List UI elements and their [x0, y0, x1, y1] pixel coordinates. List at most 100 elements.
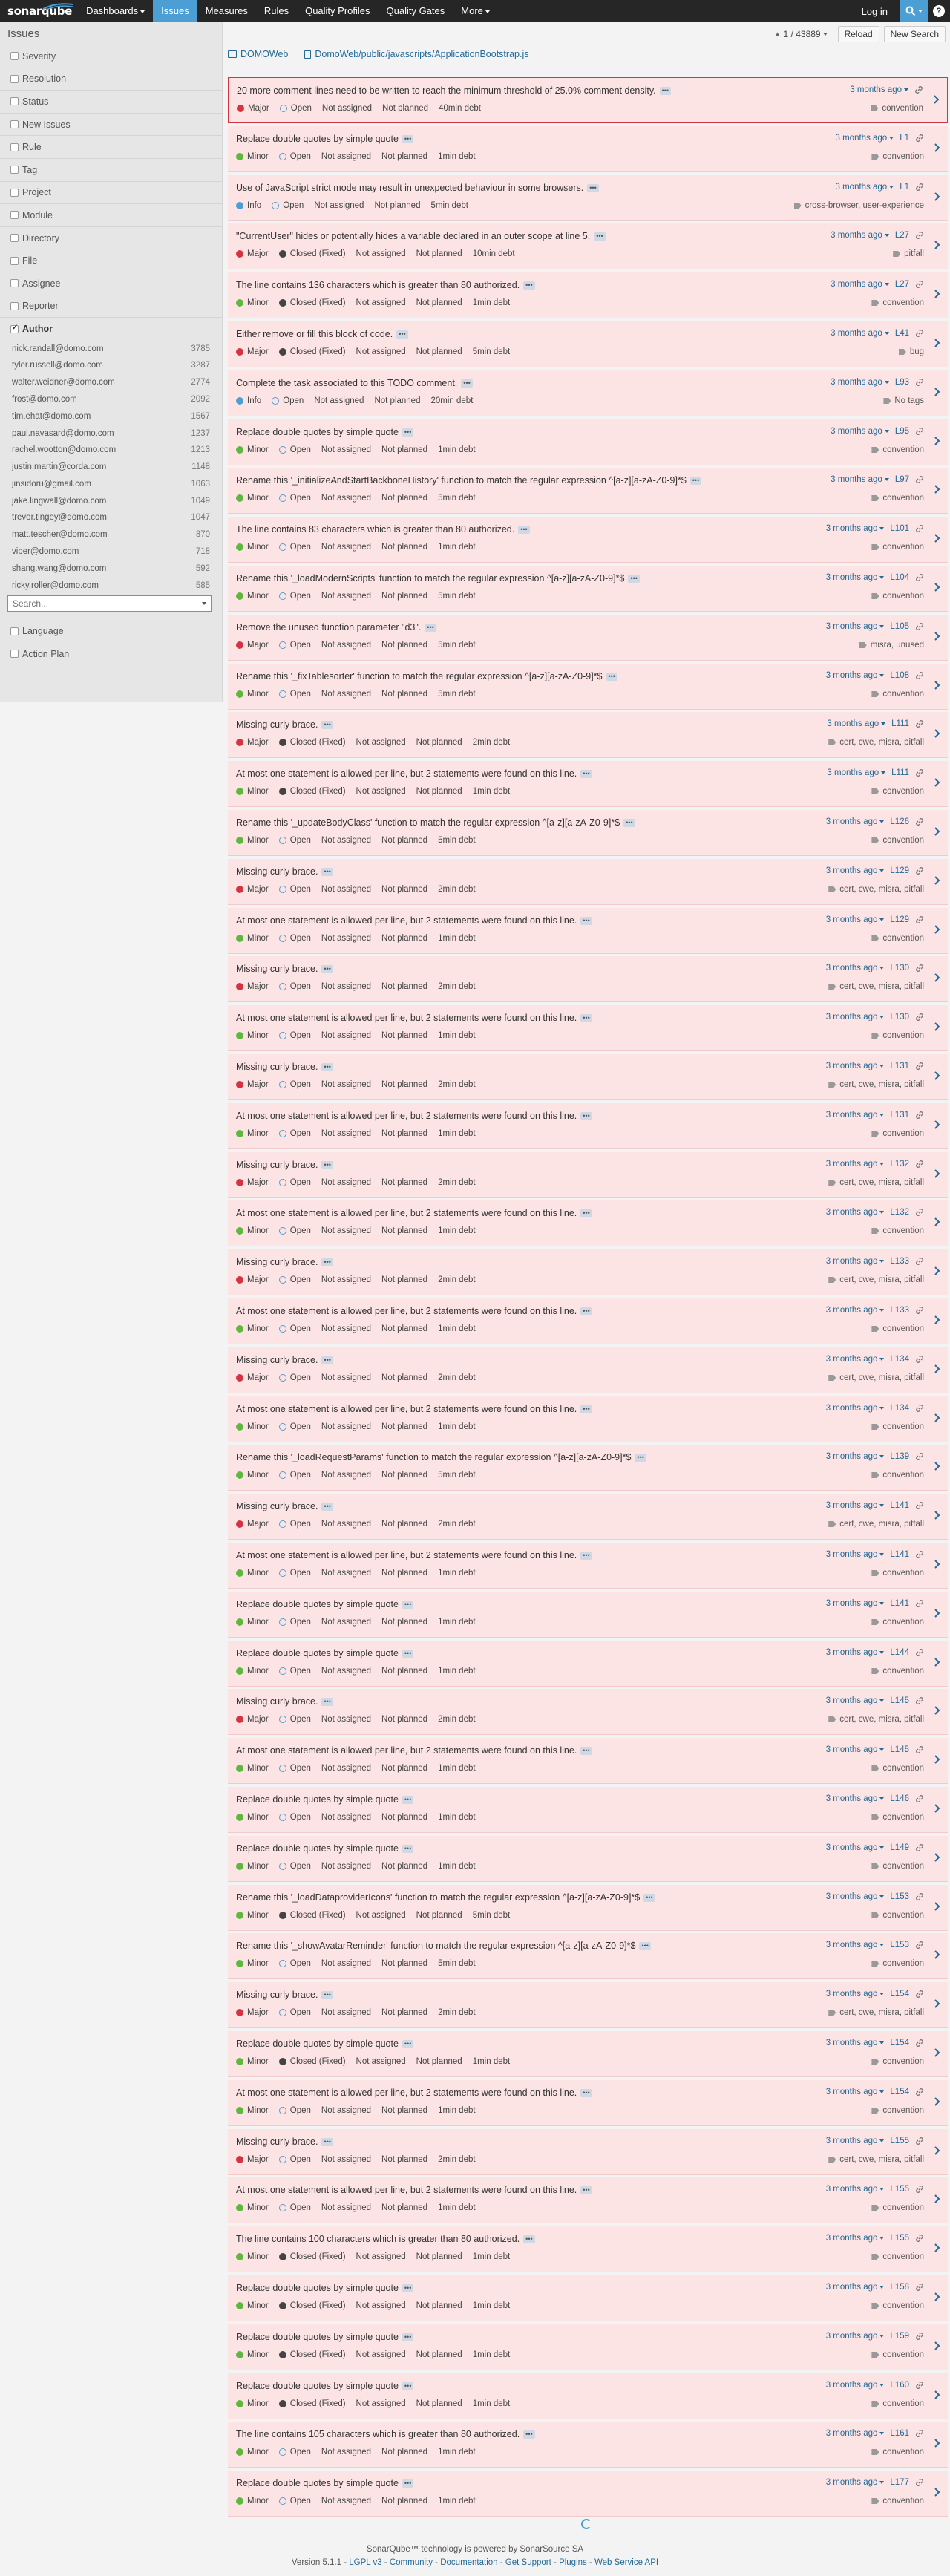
status-selector[interactable]: Closed (Fixed) [278, 298, 346, 307]
assignee-selector[interactable]: Not assigned [321, 1422, 371, 1431]
permalink-icon[interactable] [915, 1160, 924, 1168]
issue-message-text[interactable]: Replace double quotes by simple quote [236, 2283, 399, 2293]
action-plan-selector[interactable]: Not planned [381, 2008, 428, 2017]
chevron-right-icon[interactable] [934, 192, 940, 202]
issue-date[interactable]: 3 months ago [826, 1550, 885, 1559]
issue-date[interactable]: 3 months ago [826, 1745, 885, 1754]
severity-selector[interactable]: Major [236, 641, 269, 650]
issue-tags[interactable]: convention [871, 1813, 924, 1822]
checkbox-icon[interactable] [10, 627, 19, 635]
assignee-selector[interactable]: Not assigned [321, 1569, 371, 1578]
issue-tags[interactable]: cert, cwe, misra, pitfall [828, 1080, 924, 1089]
chevron-right-icon[interactable] [934, 924, 940, 935]
issue-line-number[interactable]: L141 [890, 1501, 909, 1510]
assignee-selector[interactable]: Not assigned [321, 1275, 371, 1284]
issue-line-number[interactable]: L145 [890, 1696, 909, 1705]
permalink-icon[interactable] [915, 1501, 924, 1510]
assignee-selector[interactable]: Not assigned [321, 445, 371, 454]
severity-selector[interactable]: Minor [236, 1569, 269, 1578]
issue-tags[interactable]: cert, cwe, misra, pitfall [828, 1275, 924, 1284]
severity-selector[interactable]: Minor [236, 934, 269, 943]
permalink-icon[interactable] [915, 231, 924, 240]
more-icon[interactable]: ••• [580, 1552, 592, 1560]
issue-message-text[interactable]: The line contains 100 characters which i… [236, 2234, 520, 2244]
chevron-right-icon[interactable] [934, 680, 940, 690]
nav-item-measures[interactable]: Measures [197, 0, 256, 22]
issue-line-number[interactable]: L144 [890, 1648, 909, 1657]
issue-card[interactable]: Rename this '_loadModernScripts' functio… [228, 566, 948, 612]
issue-message-text[interactable]: Replace double quotes by simple quote [236, 134, 399, 144]
issue-tags[interactable]: convention [871, 836, 924, 845]
issue-card[interactable]: At most one statement is allowed per lin… [228, 2080, 948, 2126]
issue-line-number[interactable]: L1 [900, 183, 909, 192]
status-selector[interactable]: Open [278, 1520, 311, 1529]
more-icon[interactable]: ••• [321, 1698, 333, 1707]
action-plan-selector[interactable]: Not planned [416, 2350, 462, 2359]
facet-language[interactable]: Language [0, 620, 222, 643]
status-selector[interactable]: Open [278, 1275, 311, 1284]
issue-card[interactable]: At most one statement is allowed per lin… [228, 761, 948, 807]
assignee-selector[interactable]: Not assigned [356, 347, 406, 356]
issue-tags[interactable]: convention [871, 1764, 924, 1773]
assignee-selector[interactable]: Not assigned [356, 787, 406, 796]
issue-tags[interactable]: convention [871, 1862, 924, 1871]
status-selector[interactable]: Open [278, 690, 311, 699]
more-icon[interactable]: ••• [321, 1991, 333, 2000]
issue-card[interactable]: At most one statement is allowed per lin… [228, 1298, 948, 1344]
issue-message-text[interactable]: Missing curly brace. [236, 1160, 318, 1170]
footer-link-plugins[interactable]: Plugins [559, 2558, 587, 2567]
issue-tags[interactable]: convention [871, 1129, 924, 1138]
status-selector[interactable]: Closed (Fixed) [278, 347, 346, 356]
issue-card[interactable]: Rename this '_showAvatarReminder' functi… [228, 1933, 948, 1979]
nav-item-quality-profiles[interactable]: Quality Profiles [297, 0, 378, 22]
permalink-icon[interactable] [915, 2332, 924, 2341]
permalink-icon[interactable] [915, 183, 924, 192]
issue-tags[interactable]: convention [871, 1031, 924, 1040]
more-icon[interactable]: ••• [587, 184, 599, 193]
issue-line-number[interactable]: L153 [890, 1892, 909, 1901]
issue-line-number[interactable]: L111 [891, 768, 909, 777]
severity-selector[interactable]: Minor [236, 1862, 269, 1871]
author-search-select[interactable] [7, 595, 212, 612]
assignee-selector[interactable]: Not assigned [321, 2106, 371, 2115]
issue-line-number[interactable]: L105 [890, 622, 909, 631]
permalink-icon[interactable] [915, 280, 924, 289]
status-selector[interactable]: Open [278, 1129, 311, 1138]
issue-date[interactable]: 3 months ago [826, 964, 885, 972]
chevron-right-icon[interactable] [934, 1315, 940, 1325]
action-plan-selector[interactable]: Not planned [416, 2057, 462, 2066]
issue-card[interactable]: Replace double quotes by simple quote •••… [228, 126, 948, 172]
issue-tags[interactable]: cert, cwe, misra, pitfall [828, 2155, 924, 2164]
issue-tags[interactable]: cert, cwe, misra, pitfall [828, 1178, 924, 1187]
permalink-icon[interactable] [915, 1892, 924, 1901]
chevron-right-icon[interactable] [934, 1364, 940, 1374]
action-plan-selector[interactable]: Not planned [416, 2252, 462, 2261]
checkbox-icon[interactable] [10, 324, 19, 333]
issue-card[interactable]: Missing curly brace. ••• Major Open Not assi… [228, 1689, 948, 1735]
assignee-selector[interactable]: Not assigned [356, 298, 406, 307]
issue-tags[interactable]: cert, cwe, misra, pitfall [828, 982, 924, 991]
issue-card[interactable]: Replace double quotes by simple quote •••… [228, 2471, 948, 2517]
permalink-icon[interactable] [915, 671, 924, 680]
issue-tags[interactable]: convention [871, 1422, 924, 1431]
issue-message-text[interactable]: The line contains 136 characters which i… [236, 280, 520, 290]
issue-message-text[interactable]: Rename this '_loadDataproviderIcons' fun… [236, 1892, 640, 1903]
issue-tags[interactable]: convention [871, 2106, 924, 2115]
status-selector[interactable]: Open [278, 1862, 311, 1871]
issue-card[interactable]: Missing curly brace. ••• Major Open Not assi… [228, 1347, 948, 1393]
more-icon[interactable]: ••• [402, 2382, 414, 2391]
more-icon[interactable]: ••• [580, 1405, 592, 1414]
issue-tags[interactable]: convention [871, 543, 924, 552]
permalink-icon[interactable] [915, 1941, 924, 1949]
nav-item-quality-gates[interactable]: Quality Gates [379, 0, 453, 22]
severity-selector[interactable]: Minor [236, 543, 269, 552]
permalink-icon[interactable] [915, 134, 924, 143]
more-icon[interactable]: ••• [580, 770, 592, 779]
checkbox-icon[interactable] [10, 279, 19, 288]
status-selector[interactable]: Open [278, 1031, 311, 1040]
issue-message-text[interactable]: At most one statement is allowed per lin… [236, 1550, 577, 1560]
issue-line-number[interactable]: L1 [900, 134, 909, 143]
severity-selector[interactable]: Minor [236, 2301, 269, 2310]
author-facet-item[interactable]: rachel.wootton@domo.com 1213 [0, 442, 222, 459]
issue-card[interactable]: The line contains 100 characters which i… [228, 2226, 948, 2272]
